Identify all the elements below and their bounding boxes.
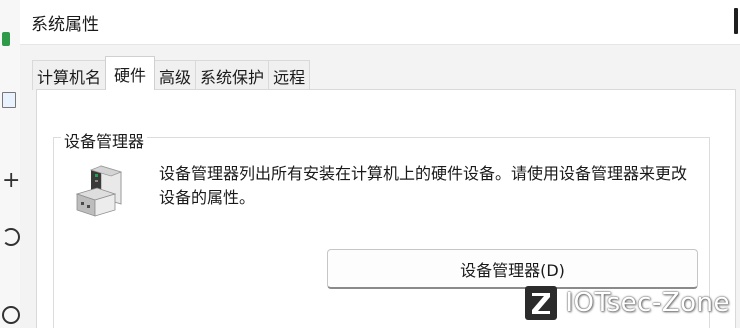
tab-advanced[interactable]: 高级 — [154, 60, 197, 90]
document-icon — [2, 92, 18, 108]
device-manager-description: 设备管理器列出所有安装在计算机上的硬件设备。请使用设备管理器来更改设备的属性。 — [159, 164, 688, 207]
device-manager-icon — [71, 164, 131, 220]
background-app-strip: + — [0, 0, 21, 328]
system-properties-dialog: 系统属性 计算机名 硬件 高级 系统保护 远程 设备管理器 设备管理器列出所有安… — [20, 0, 740, 328]
tab-system-protection[interactable]: 系统保护 — [195, 60, 270, 90]
app-icon — [2, 32, 18, 48]
tab-strip: 计算机名 硬件 高级 系统保护 远程 — [32, 56, 311, 90]
plus-icon: + — [2, 168, 21, 193]
tab-hardware[interactable]: 硬件 — [105, 56, 156, 90]
tab-remote[interactable]: 远程 — [268, 60, 311, 90]
screen: + 系统属性 计算机名 硬件 高级 系统保护 远程 设备管理器 设备管理器列出所… — [0, 0, 740, 328]
history-icon — [2, 306, 20, 324]
refresh-icon — [2, 228, 20, 246]
title-bar: 系统属性 — [20, 0, 740, 45]
close-button-edge[interactable] — [734, 8, 738, 34]
watermark: IOTsec-Zone — [525, 284, 730, 322]
group-title: 设备管理器 — [61, 128, 148, 152]
window-title: 系统属性 — [31, 15, 99, 35]
watermark-logo — [525, 286, 558, 320]
device-manager-button[interactable]: 设备管理器(D) — [327, 249, 698, 289]
watermark-text: IOTsec-Zone — [565, 288, 730, 318]
tab-computer-name[interactable]: 计算机名 — [32, 60, 107, 90]
